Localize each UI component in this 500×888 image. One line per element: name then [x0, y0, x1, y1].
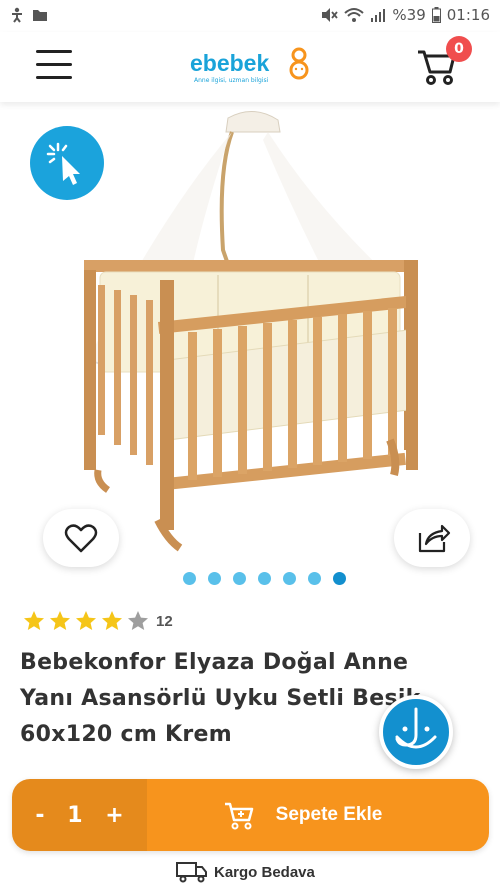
chat-support-button[interactable]	[379, 695, 453, 769]
decrease-quantity-button[interactable]: -	[35, 803, 44, 828]
hamburger-menu-icon[interactable]	[36, 50, 72, 80]
folder-icon	[33, 10, 47, 21]
gallery-dot[interactable]	[208, 572, 221, 585]
gallery-dot[interactable]	[233, 572, 246, 585]
signal-icon	[371, 9, 386, 22]
status-bar: %39 01:16	[0, 0, 500, 32]
status-left-icons	[10, 7, 48, 23]
battery-percentage: %39	[392, 6, 426, 24]
heart-icon	[64, 524, 98, 553]
cart-count-badge: 0	[446, 36, 472, 62]
share-icon	[418, 524, 451, 553]
add-to-cart-label: Sepete Ekle	[275, 804, 383, 825]
share-button[interactable]	[394, 509, 470, 567]
star-filled-icon	[50, 611, 70, 630]
clock: 01:16	[446, 6, 490, 24]
stroller-add-icon	[224, 802, 253, 830]
logo-wordmark: ebebek	[190, 50, 270, 76]
gallery-dot-active[interactable]	[333, 572, 346, 585]
accessibility-icon	[12, 7, 22, 23]
star-filled-icon	[24, 611, 44, 630]
logo[interactable]: ebebek Anne ilgisi, uzman bilgisi	[190, 44, 320, 90]
gallery-dot[interactable]	[258, 572, 271, 585]
cursor-click-icon	[46, 142, 80, 185]
star-filled-icon	[102, 611, 122, 630]
add-to-cart-bar: - 1 + Sepete Ekle	[12, 779, 489, 851]
star-filled-icon	[76, 611, 96, 630]
favorite-button[interactable]	[43, 509, 119, 567]
gallery-dot[interactable]	[283, 572, 296, 585]
interactive-view-button[interactable]	[30, 126, 104, 200]
product-rating[interactable]: 12	[22, 609, 173, 633]
mute-icon	[322, 8, 339, 22]
gallery-dot[interactable]	[183, 572, 196, 585]
quantity-stepper: - 1 +	[12, 779, 147, 851]
delivery-truck-icon	[176, 862, 207, 883]
status-right-icons: %39 01:16	[320, 6, 490, 24]
add-to-cart-button[interactable]: Sepete Ekle	[147, 779, 489, 851]
free-shipping-label: Kargo Bedava	[214, 863, 315, 881]
gallery-pagination	[183, 572, 346, 585]
gallery-dot[interactable]	[308, 572, 321, 585]
free-shipping-info: Kargo Bedava	[176, 861, 315, 883]
increase-quantity-button[interactable]: +	[105, 803, 123, 828]
star-empty-icon	[128, 611, 148, 630]
app-header: ebebek Anne ilgisi, uzman bilgisi 0	[0, 32, 500, 102]
smiley-chat-icon	[395, 707, 437, 749]
logo-mark-icon	[289, 47, 309, 80]
wifi-icon	[344, 8, 365, 22]
product-title-line: Bebekonfor Elyaza Doğal Anne	[20, 650, 409, 675]
quantity-value: 1	[67, 802, 83, 828]
review-count: 12	[156, 612, 173, 630]
battery-icon	[431, 7, 441, 23]
logo-tagline: Anne ilgisi, uzman bilgisi	[194, 77, 269, 84]
